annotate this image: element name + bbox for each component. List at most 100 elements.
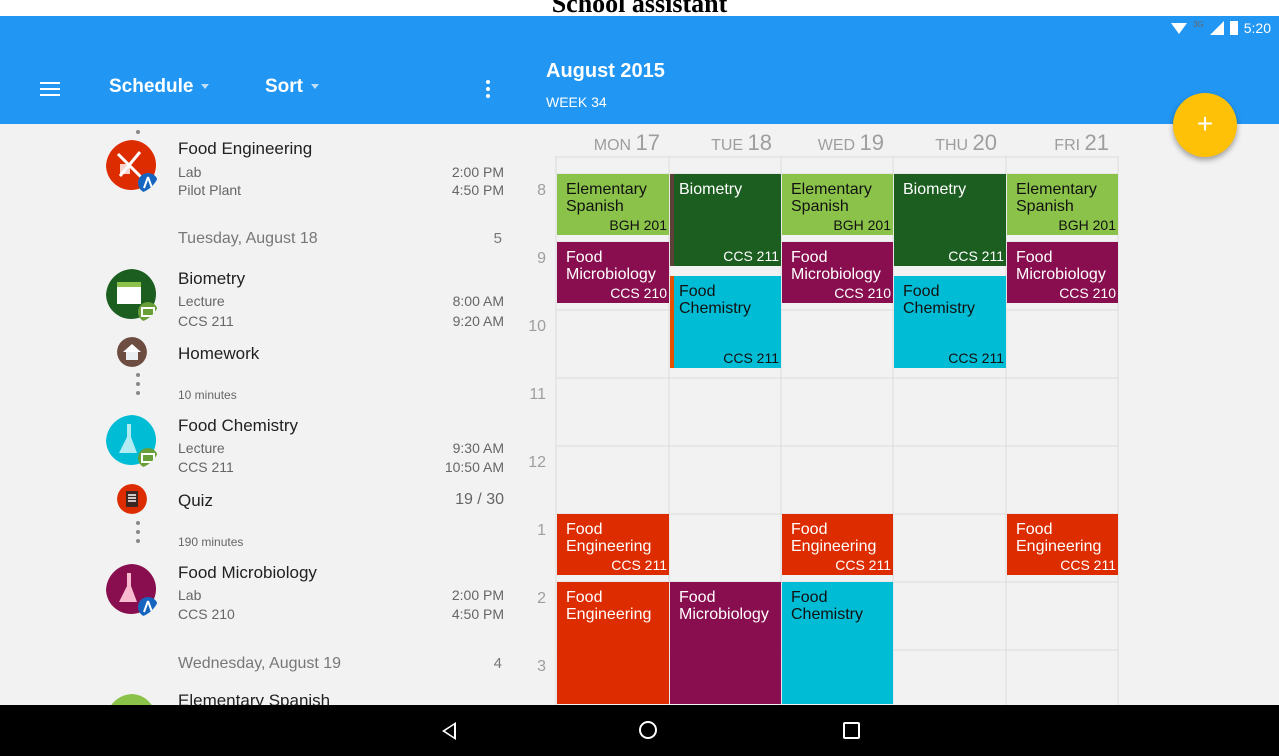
event-stripe [670,174,674,266]
food-microbiology-icon [106,564,158,617]
event-room: CCS 210 [1059,285,1116,302]
item-start: 2:00 PM [451,164,504,180]
event-room: CCS 211 [611,557,667,574]
more-vert-icon[interactable] [486,80,490,101]
item-start: 9:30 AM [452,440,504,456]
duration-label: 190 minutes [178,535,244,549]
connector [136,373,140,400]
event-room: BGH 201 [609,217,667,234]
elementary-spanish-icon [110,694,152,705]
calendar-event[interactable]: Biometry CCS 211 [670,174,781,266]
event-room: CCS 210 [610,285,667,302]
event-room: CCS 211 [948,349,1004,366]
event-name: Food Microbiology [791,249,881,283]
caption-text: School assistant [551,0,728,16]
food-engineering-icon [106,140,158,193]
calendar-event[interactable]: Elementary Spanish BGH 201 [1007,174,1118,236]
day-header-wed: WED 19 [818,130,884,155]
back-icon[interactable] [442,722,456,740]
biometry-icon [106,269,158,322]
item-room: Pilot Plant [178,182,242,198]
item-room: CCS 210 [178,606,235,622]
calendar-event[interactable]: Food Engineering [557,582,669,705]
menu-icon[interactable] [40,82,60,96]
hour-label: 10 [528,318,546,335]
week-calendar[interactable]: 8 9 10 11 12 1 2 3 MON 17 TUE 18 WED 19 THU 20 FRI 2… [516,124,1279,705]
event-name: Food Microbiology [1016,249,1106,283]
calendar-event[interactable]: Food Microbiology CCS 210 [557,242,669,304]
item-start: 2:00 PM [451,587,504,603]
calendar-event[interactable]: Food Microbiology CCS 210 [782,242,893,304]
item-type: Lab [178,164,202,180]
calendar-event[interactable]: Food Chemistry CCS 211 [894,276,1006,368]
quiz-icon [117,484,147,514]
event-name: Food Engineering [1016,521,1102,555]
hour-label: 8 [537,182,546,199]
event-name: Food Engineering [566,589,652,623]
hour-label: 12 [528,454,546,471]
network-type: 3G [1193,19,1204,29]
chevron-down-icon [201,84,210,90]
item-end: 4:50 PM [451,182,504,198]
signal-icon [1209,21,1224,35]
calendar-event[interactable]: Food Engineering CCS 211 [1007,514,1118,576]
item-end: 9:20 AM [452,313,504,329]
event-stripe [670,276,674,368]
item-title: Food Microbiology [178,563,317,582]
event-room: CCS 211 [723,349,779,366]
recents-icon[interactable] [843,722,860,739]
calendar-event[interactable]: Biometry CCS 211 [894,174,1006,266]
item-title: Quiz [178,491,213,510]
day-header-thu: THU 20 [935,130,997,155]
item-title: Elementary Spanish [178,691,331,705]
hour-label: 9 [537,250,546,267]
sort-dropdown[interactable]: Sort [265,76,319,98]
page-caption: School assistant [0,0,1279,16]
calendar-event[interactable]: Elementary Spanish BGH 201 [782,174,893,236]
connector [136,521,140,548]
connector [136,130,140,139]
event-room: CCS 210 [834,285,891,302]
event-name: Elementary Spanish [566,181,647,215]
day-header: Wednesday, August 19 [178,655,342,672]
day-header-mon: MON 17 [594,130,660,155]
hour-label: 11 [529,386,546,403]
event-name: Biometry [679,181,743,198]
item-type: Lecture [178,440,225,456]
wifi-icon [1171,22,1188,34]
agenda-list[interactable]: Food Engineering Lab Pilot Plant 2:00 PM… [0,124,516,705]
add-icon: + [1196,108,1214,139]
item-end: 10:50 AM [444,459,504,475]
calendar-event[interactable]: Food Engineering CCS 211 [782,514,893,576]
food-chemistry-icon [106,415,158,468]
status-bar: 3G 5:20 [1171,20,1271,36]
hour-label: 2 [537,590,546,607]
item-room: CCS 211 [178,459,234,475]
calendar-event[interactable]: Food Microbiology CCS 210 [1007,242,1118,304]
item-end: 4:50 PM [451,606,504,622]
month-title: August 2015 [546,60,665,82]
calendar-event[interactable]: Food Engineering CCS 211 [557,514,669,576]
event-room: CCS 211 [835,557,891,574]
calendar-event[interactable]: Elementary Spanish BGH 201 [557,174,669,236]
event-room: BGH 201 [1058,217,1116,234]
calendar-event[interactable]: Food Chemistry CCS 211 [670,276,781,368]
home-icon[interactable] [639,721,657,739]
calendar-event[interactable]: Food Chemistry [782,582,893,705]
add-button[interactable]: + [1173,93,1237,157]
week-label: WEEK 34 [546,94,607,110]
day-header-fri: FRI 21 [1054,130,1109,155]
schedule-dropdown[interactable]: Schedule [109,76,210,98]
event-name: Food Engineering [791,521,877,555]
hour-label: 1 [537,522,546,539]
item-title: Biometry [178,269,246,288]
app-bar: 3G 5:20 Schedule Sort August 2015 WEEK 3… [0,16,1279,124]
clock: 5:20 [1243,20,1271,36]
item-title: Food Engineering [178,139,313,158]
event-room: BGH 201 [833,217,891,234]
event-room: CCS 211 [723,247,779,264]
calendar-event[interactable]: Food Microbiology [670,582,781,705]
item-room: CCS 211 [178,313,234,329]
event-name: Food Chemistry [791,589,864,623]
sort-label: Sort [265,76,303,97]
